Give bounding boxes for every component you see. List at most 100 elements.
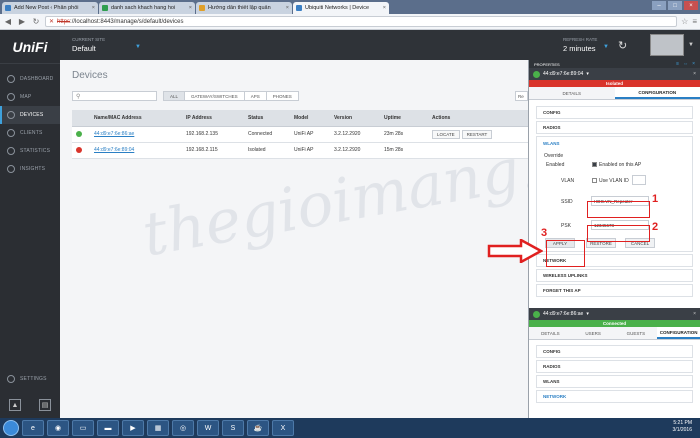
vlan-id-field[interactable] — [632, 175, 646, 185]
section-radios[interactable]: RADIOS — [536, 121, 693, 134]
close-icon[interactable]: × — [693, 71, 696, 77]
close-icon[interactable]: × — [286, 5, 289, 11]
section-network[interactable]: NETWORK — [536, 390, 693, 403]
chat-icon[interactable]: ▤ — [39, 399, 51, 411]
tab-configuration[interactable]: CONFIGURATION — [657, 327, 700, 339]
minimize-icon[interactable]: – — [652, 1, 666, 10]
excel-icon[interactable]: X — [272, 420, 294, 436]
statistics-icon — [7, 147, 15, 155]
chevron-down-icon[interactable]: ▼ — [603, 44, 609, 50]
browser-tab-2[interactable]: danh sach khach hang hoi × — [99, 2, 195, 14]
status-dot-icon — [533, 70, 540, 78]
section-wireless-uplinks[interactable]: WIRELESS UPLINKS — [536, 269, 693, 282]
close-icon[interactable]: × — [383, 5, 386, 11]
annotation-number: 1 — [652, 193, 659, 205]
tab-configuration[interactable]: CONFIGURATION — [614, 87, 700, 99]
clients-icon — [7, 129, 15, 137]
search-input[interactable]: ⚲ — [72, 91, 157, 101]
sidebar-item-settings[interactable]: SETTINGS — [0, 370, 60, 388]
tab-details[interactable]: DETAILS — [529, 327, 572, 339]
status-badge: Connected — [529, 320, 700, 327]
list-icon[interactable]: ≡ — [676, 61, 679, 67]
ie-icon[interactable]: e — [22, 420, 44, 436]
browser-tab-1[interactable]: Add New Post ‹ Phân phối × — [2, 2, 98, 14]
menu-icon[interactable]: ≡ — [692, 17, 697, 26]
section-wlans[interactable]: WLANS — [536, 375, 693, 388]
system-clock[interactable]: 5:21 PM 3/1/2016 — [673, 420, 692, 434]
windows-taskbar: e ◉ ▭ ▬ ▶ ▦ ◎ W S ☕ X 5:21 PM 3/1/2016 — [0, 418, 700, 438]
start-button[interactable] — [3, 420, 19, 436]
table-row[interactable]: 44:d9:e7:6e:86:ae 192.168.2.135 Connecte… — [72, 126, 528, 143]
maximize-icon[interactable]: □ — [668, 1, 682, 10]
close-icon[interactable]: × — [692, 61, 695, 67]
tab-users[interactable]: USERS — [572, 327, 615, 339]
tab-guests[interactable]: GUESTS — [615, 327, 658, 339]
bookmark-star-icon[interactable]: ☆ — [681, 17, 688, 26]
gear-icon — [7, 375, 15, 383]
sidebar-item-dashboard[interactable]: DASHBOARD — [0, 70, 60, 88]
sidebar-item-devices[interactable]: DEVICES — [0, 106, 60, 124]
site-selector[interactable]: Default — [72, 44, 96, 53]
annotation-box-psk — [587, 225, 650, 242]
section-config[interactable]: CONFIG — [536, 106, 693, 119]
device-card-header[interactable]: 44:d9:e7:6e:89:04 ▾ × — [529, 68, 700, 80]
close-icon[interactable]: × — [92, 5, 95, 11]
device-mac-link[interactable]: 44:d9:e7:6e:86:ae — [94, 131, 134, 137]
chevron-down-icon[interactable]: ▼ — [135, 44, 141, 50]
sidebar-item-clients[interactable]: CLIENTS — [0, 124, 60, 142]
window-close-icon[interactable]: × — [684, 1, 698, 10]
filter-gateway-switches[interactable]: GATEWAY/SWITCHES — [184, 91, 245, 101]
refresh-icon[interactable]: ↻ — [618, 39, 627, 52]
annotation-box-apply — [546, 240, 585, 267]
chrome-icon[interactable]: ◎ — [172, 420, 194, 436]
restart-button[interactable]: RESTART — [461, 129, 493, 139]
section-forget-ap[interactable]: FORGET THIS AP — [536, 284, 693, 297]
avatar[interactable] — [650, 34, 684, 56]
chevron-down-icon[interactable]: ▼ — [688, 42, 694, 48]
locate-button[interactable]: LOCATE — [432, 129, 460, 139]
sidebar-item-statistics[interactable]: STATISTICS — [0, 142, 60, 160]
back-icon[interactable]: ◀ — [3, 17, 13, 27]
filter-phones[interactable]: PHONES — [265, 91, 299, 101]
browser-tab-3[interactable]: Hướng dẫn thiết lập quản × — [196, 2, 292, 14]
tab-favicon-icon — [102, 5, 108, 11]
close-icon[interactable]: × — [189, 5, 192, 11]
enabled-checkbox[interactable]: Enabled on this AP — [592, 162, 641, 168]
property-tabs: DETAILS CONFIGURATION — [529, 87, 700, 100]
filter-all[interactable]: ALL — [163, 91, 186, 101]
chevron-down-icon[interactable]: ▾ — [586, 311, 589, 317]
table-row[interactable]: 44:d9:e7:6e:89:04 192.168.2.115 Isolated… — [72, 142, 528, 159]
browser-tab-4[interactable]: Ubiquiti Networks | Device × — [293, 2, 389, 14]
folder-icon[interactable]: ▬ — [97, 420, 119, 436]
explorer-icon[interactable]: ▭ — [72, 420, 94, 436]
word-icon[interactable]: W — [197, 420, 219, 436]
close-icon[interactable]: × — [693, 311, 696, 317]
chevron-down-icon[interactable]: ▾ — [586, 71, 589, 77]
section-radios[interactable]: RADIOS — [536, 360, 693, 373]
sidebar-item-map[interactable]: MAP — [0, 88, 60, 106]
checkbox-icon — [592, 162, 597, 168]
tab-details[interactable]: DETAILS — [529, 87, 615, 99]
dashboard-icon — [7, 75, 15, 83]
filter-aps[interactable]: APS — [243, 91, 267, 101]
tab-favicon-icon — [199, 5, 205, 11]
refresh-rate-selector[interactable]: 2 minutes — [563, 44, 596, 53]
java-icon[interactable]: ☕ — [247, 420, 269, 436]
skype-icon[interactable]: S — [222, 420, 244, 436]
app-icon[interactable]: ▦ — [147, 420, 169, 436]
alert-icon[interactable]: ▲ — [9, 399, 21, 411]
section-config[interactable]: CONFIG — [536, 345, 693, 358]
url-input[interactable]: ✕ https://localhost:8443/manage/s/defaul… — [45, 16, 678, 27]
annotation-arrow-icon — [487, 239, 543, 263]
expand-icon[interactable]: ⇔ — [683, 61, 688, 67]
firefox-icon[interactable]: ◉ — [47, 420, 69, 436]
device-mac-link[interactable]: 44:d9:e7:6e:89:04 — [94, 147, 134, 153]
reload-icon[interactable]: ↻ — [31, 17, 41, 27]
forward-icon[interactable]: ▶ — [17, 17, 27, 27]
map-icon — [7, 93, 15, 101]
device-card-header[interactable]: 44:d9:e7:6e:86:ae ▾ × — [529, 308, 700, 320]
truncated-button[interactable]: Re — [515, 91, 528, 101]
vlan-checkbox[interactable]: Use VLAN ID — [592, 178, 629, 184]
sidebar-item-insights[interactable]: INSIGHTS — [0, 160, 60, 178]
media-icon[interactable]: ▶ — [122, 420, 144, 436]
